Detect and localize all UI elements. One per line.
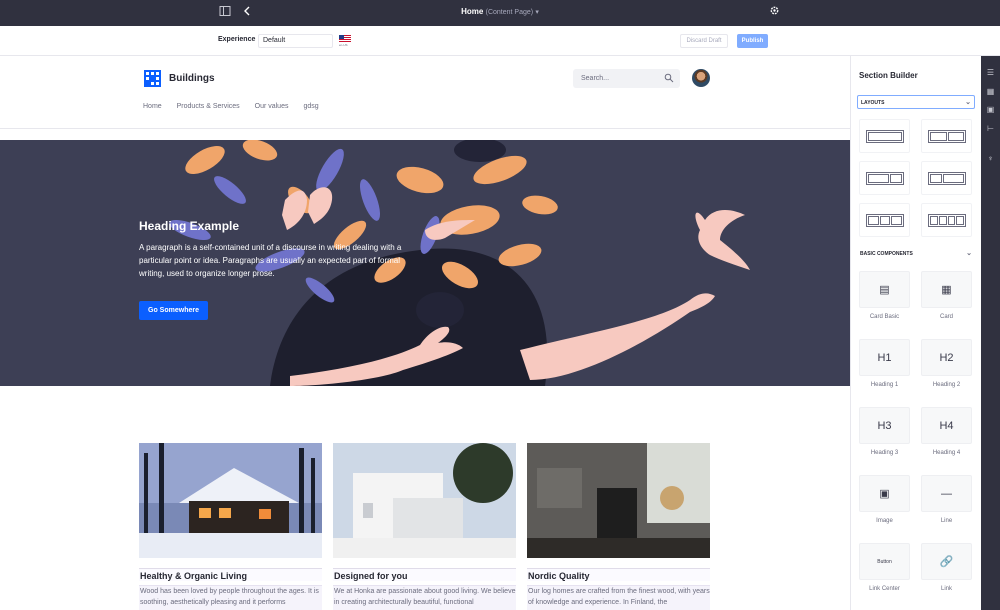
component-line[interactable]: — Line [921,475,972,536]
heading-4-icon: H4 [921,407,972,444]
hero-paragraph: A paragraph is a self-contained unit of … [139,243,402,278]
experience-select[interactable]: Default [258,34,333,48]
card-icon: ▦ [921,271,972,308]
card-text: Our log homes are crafted from the fines… [527,585,710,610]
experience-label: Experience [218,36,256,43]
search-input[interactable]: Search... [581,75,609,82]
component-heading-3[interactable]: H3 Heading 3 [859,407,910,468]
section-builder-title: Section Builder [859,71,918,80]
page-canvas: Buildings Home Products & Services Our v… [0,56,850,610]
gear-icon[interactable] [766,5,782,21]
basic-components-label: BASIC COMPONENTS [860,251,913,257]
layout-3-columns[interactable] [859,203,910,237]
site-name[interactable]: Buildings [169,73,215,84]
component-label: Link [940,586,952,592]
card-image-snow-house [139,443,322,558]
sections-icon[interactable]: ☰ [986,69,995,77]
link-icon: 🔗 [921,543,972,580]
component-label: Link Center [869,586,900,592]
avatar[interactable] [692,69,710,87]
search-icon[interactable] [664,73,674,83]
component-label: Heading 3 [870,450,899,456]
structure-icon[interactable]: ⊢ [986,125,995,133]
nav-item-gdsg[interactable]: gdsg [303,103,318,110]
chevron-down-icon: ▾ [535,9,539,16]
nav-item-home[interactable]: Home [143,103,162,110]
fragments-icon[interactable]: ▦ [986,88,995,96]
card-text: Wood has been loved by people throughout… [139,585,322,610]
layout-2-columns-wide-left[interactable] [859,161,910,195]
button-icon: Button [859,543,910,580]
hero-heading: Heading Example [139,219,240,233]
hero-illustration [169,140,750,386]
site-navigation: Home Products & Services Our values gdsg [143,103,332,110]
layouts-label: LAYOUTS [861,100,885,106]
section-builder-panel: Section Builder LAYOUTS ⌄ BASIC COMPONEN… [850,56,981,610]
heading-3-icon: H3 [859,407,910,444]
component-heading-2[interactable]: H2 Heading 2 [921,339,972,400]
go-somewhere-button[interactable]: Go Somewhere [139,301,208,320]
component-card[interactable]: ▦ Card [921,271,972,332]
language-flag-icon[interactable] [339,35,351,43]
language-code: en-US [339,43,348,47]
component-heading-4[interactable]: H4 Heading 4 [921,407,972,468]
site-header: Buildings Home Products & Services Our v… [0,56,850,129]
basic-components-toggle[interactable]: BASIC COMPONENTS ⌄ [857,247,975,261]
card-image-white-building [333,443,516,558]
card-basic-icon: ▤ [859,271,910,308]
component-link-center[interactable]: Button Link Center [859,543,910,604]
site-search[interactable]: Search... [573,69,680,88]
widgets-icon[interactable]: ▣ [986,106,995,114]
card-title: Designed for you [333,568,516,581]
component-label: Card [939,314,953,320]
component-label: Line [940,518,953,524]
card-text: We at Honka are passionate about good li… [333,585,516,610]
layout-4-columns[interactable] [921,203,972,237]
heading-2-icon: H2 [921,339,972,376]
page-title: Home [461,7,484,16]
top-bar: Home (Content Page) ▾ [0,0,1000,26]
layout-1-column[interactable] [859,119,910,153]
site-logo-icon[interactable] [144,70,161,87]
component-heading-1[interactable]: H1 Heading 1 [859,339,910,400]
image-icon: ▣ [859,475,910,512]
component-image[interactable]: ▣ Image [859,475,910,536]
component-link[interactable]: 🔗 Link [921,543,972,604]
paint-roller-icon[interactable]: ♆ [986,155,995,163]
hero-banner: Heading Example A paragraph is a self-co… [0,140,850,386]
publish-button[interactable]: Publish [737,34,768,48]
line-icon: — [921,475,972,512]
editor-toolbar: Experience Default en-US Discard Draft P… [0,26,1000,56]
card-title: Nordic Quality [527,568,710,581]
chevron-down-icon: ⌄ [965,99,971,106]
nav-item-values[interactable]: Our values [255,103,289,110]
right-rail: ☰ ▦ ▣ ⊢ ♆ [981,56,1000,610]
card-title: Healthy & Organic Living [139,568,322,581]
component-label: Heading 4 [932,450,961,456]
heading-1-icon: H1 [859,339,910,376]
component-label: Heading 1 [870,382,899,388]
card-image-interior [527,443,710,558]
component-card-basic[interactable]: ▤ Card Basic [859,271,910,332]
chevron-down-icon: ⌄ [966,250,972,257]
layout-2-columns[interactable] [921,119,972,153]
component-label: Heading 2 [932,382,961,388]
component-label: Card Basic [869,314,900,320]
page-title-selector[interactable]: Home (Content Page) ▾ [0,7,1000,16]
layouts-toggle[interactable]: LAYOUTS ⌄ [857,95,975,109]
page-type: (Content Page) [485,9,534,16]
nav-item-products[interactable]: Products & Services [177,103,240,110]
discard-draft-button[interactable]: Discard Draft [680,34,728,48]
component-label: Image [876,518,893,524]
layout-2-columns-wide-right[interactable] [921,161,972,195]
